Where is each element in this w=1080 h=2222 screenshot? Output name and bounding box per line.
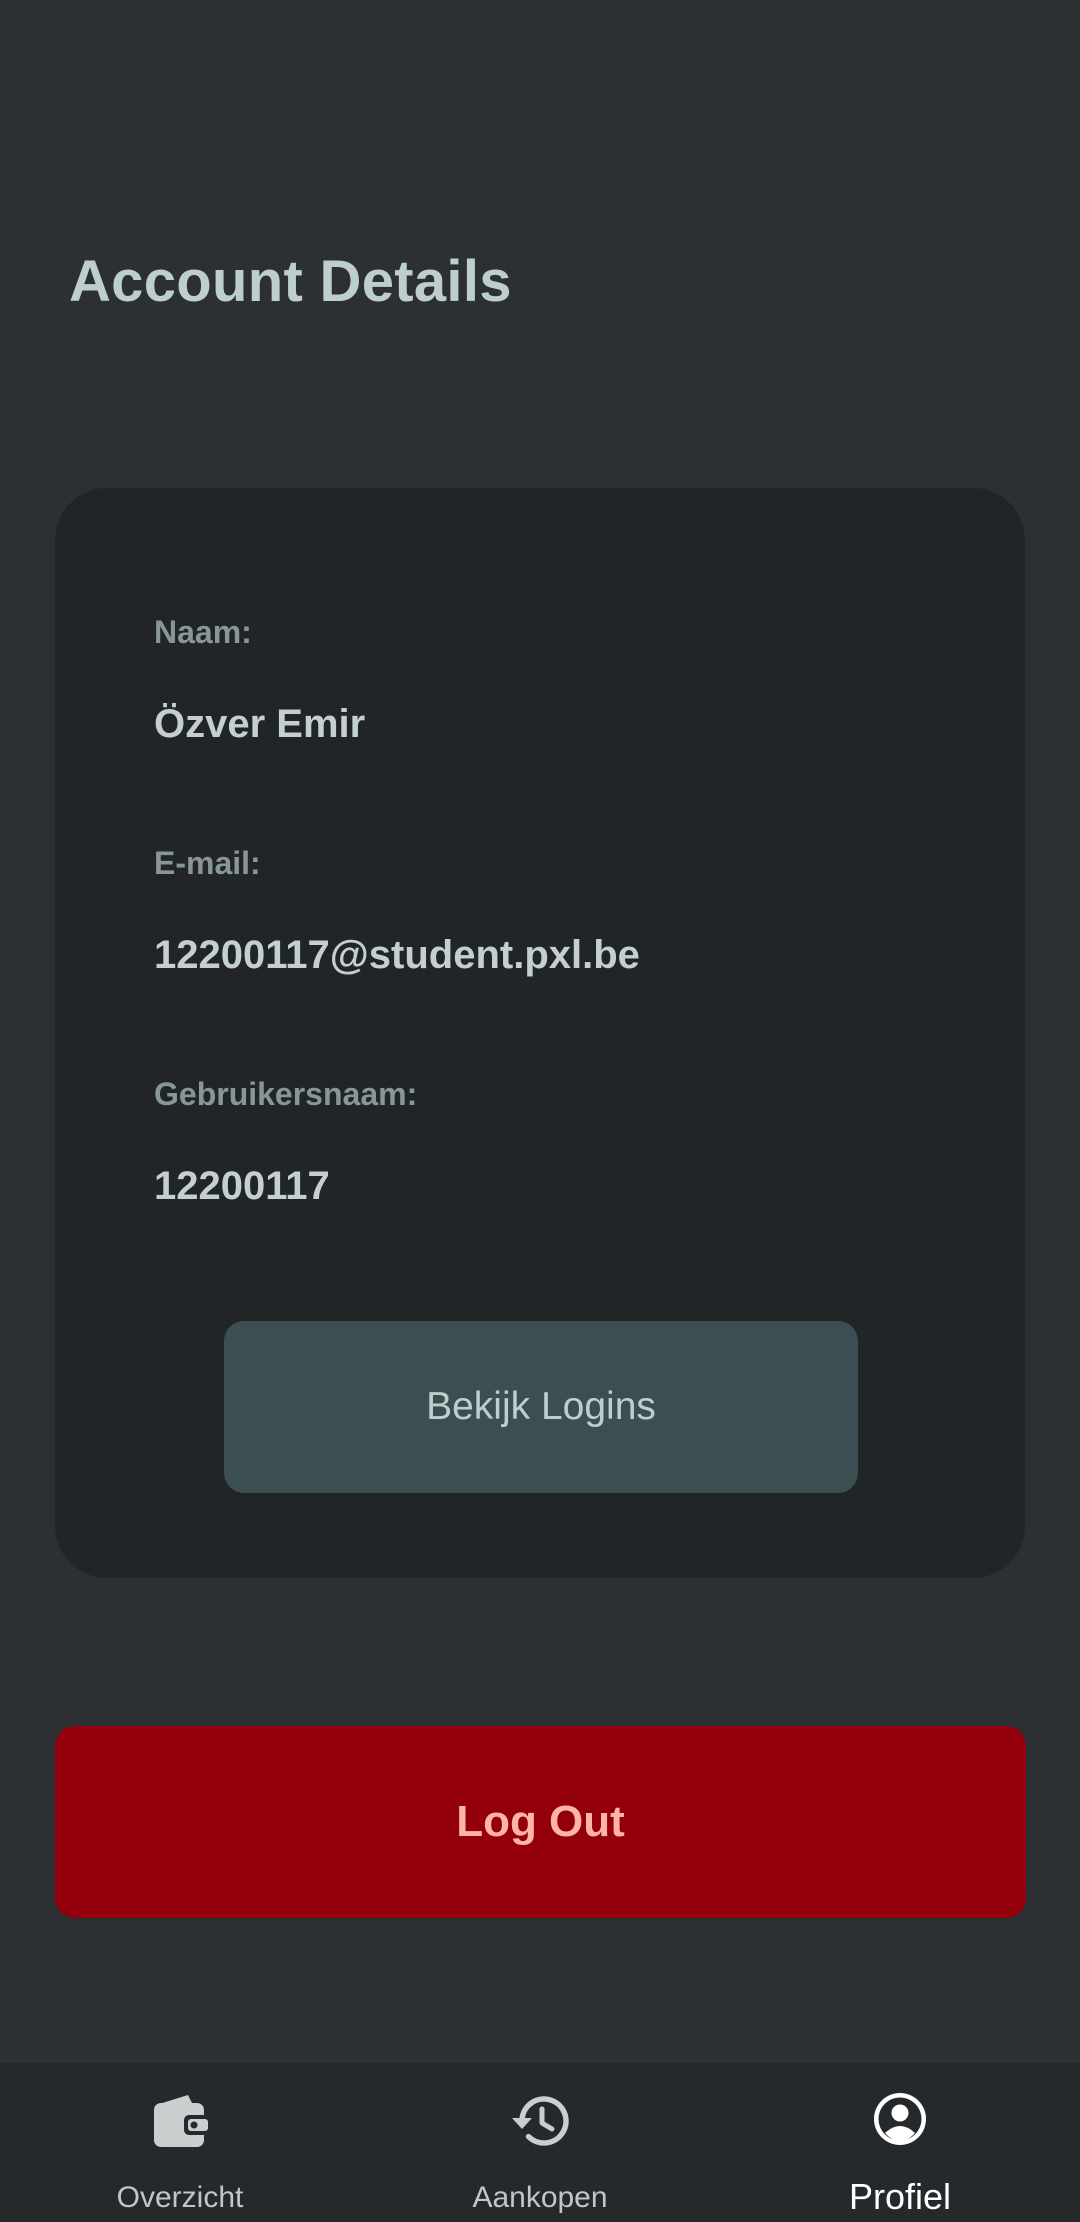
nav-item-aankopen[interactable]: Aankopen <box>360 2063 720 2222</box>
nav-item-overzicht[interactable]: Overzicht <box>0 2063 360 2222</box>
account-details-card: Naam: Özver Emir E-mail: 12200117@studen… <box>55 488 1025 1578</box>
username-value: 12200117 <box>154 1164 330 1208</box>
username-label: Gebruikersnaam: <box>154 1076 418 1112</box>
email-value: 12200117@student.pxl.be <box>154 933 640 977</box>
nav-label-aankopen: Aankopen <box>472 2181 608 2214</box>
nav-label-overzicht: Overzicht <box>116 2181 244 2214</box>
bottom-navigation: Overzicht Aankopen Profiel <box>0 2063 1080 2222</box>
nav-item-profiel[interactable]: Profiel <box>720 2063 1080 2222</box>
page-title: Account Details <box>69 249 512 314</box>
view-logins-button[interactable]: Bekijk Logins <box>224 1321 858 1493</box>
name-value: Özver Emir <box>154 702 366 746</box>
history-icon <box>512 2096 569 2146</box>
logout-button[interactable]: Log Out <box>55 1726 1026 1918</box>
nav-label-profiel: Profiel <box>848 2176 952 2217</box>
name-label: Naam: <box>154 614 252 650</box>
wallet-icon <box>154 2095 208 2147</box>
email-label: E-mail: <box>154 845 261 881</box>
account-circle-icon <box>874 2093 926 2145</box>
